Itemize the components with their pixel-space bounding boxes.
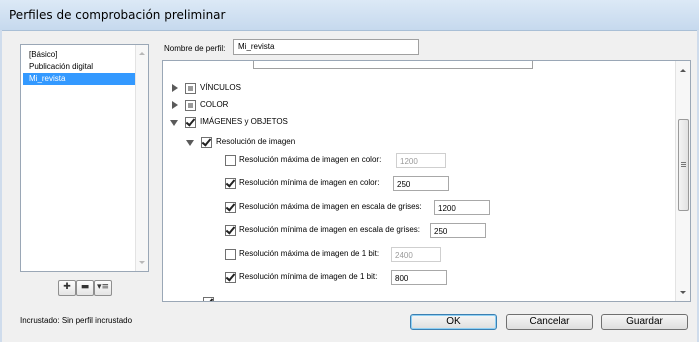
min-gray-input[interactable]: 250 (430, 223, 486, 238)
color-label: COLOR (200, 100, 229, 109)
embedded-label: Incrustado: (20, 316, 60, 325)
profile-name-input[interactable] (233, 39, 419, 55)
profile-list-scrollbar[interactable] (135, 45, 148, 271)
min-1bit-checkbox[interactable] (225, 272, 236, 283)
save-button[interactable]: Guardar (601, 314, 688, 330)
max-1bit-input[interactable]: 2400 (391, 247, 441, 262)
window-titlebar: Perfiles de comprobación preliminar (0, 0, 699, 31)
profile-list[interactable]: [Básico] Publicación digital Mi_revista (20, 44, 149, 272)
max-color-input[interactable]: 1200 (396, 153, 446, 168)
tree-top-divider (253, 61, 533, 69)
scrollbar-thumb[interactable] (678, 119, 689, 211)
tree-row-color: COLOR (169, 98, 369, 112)
max-1bit-label: Resolución máxima de imagen de 1 bit: (239, 249, 380, 258)
scroll-down-arrow-icon[interactable] (680, 291, 686, 294)
imagenes-checkbox[interactable] (185, 117, 196, 128)
grip-icon (681, 162, 686, 163)
tree-scrollbar[interactable] (675, 61, 690, 301)
min-1bit-label: Resolución mínima de imagen de 1 bit: (239, 272, 378, 281)
setting-row-max-color: Resolución máxima de imagen en color: 12… (225, 153, 525, 168)
expand-arrow-icon[interactable] (172, 84, 178, 92)
partial-row-checkbox[interactable] (203, 297, 214, 301)
tree-row-imagenes: IMÁGENES y OBJETOS (169, 115, 389, 129)
min-color-checkbox[interactable] (225, 178, 236, 189)
ok-button[interactable]: OK (410, 314, 497, 330)
vinculos-label: VÍNCULOS (200, 83, 241, 92)
scroll-down-arrow-icon[interactable] (139, 261, 145, 264)
collapse-arrow-icon[interactable] (170, 120, 178, 126)
preflight-settings-tree: VÍNCULOS COLOR IMÁGENES y OBJETOS Resolu… (162, 60, 691, 302)
imagenes-label: IMÁGENES y OBJETOS (200, 117, 288, 126)
profile-name-label: Nombre de perfil: (164, 44, 226, 53)
setting-row-min-gray: Resolución mínima de imagen en escala de… (225, 223, 555, 238)
max-color-label: Resolución máxima de imagen en color: (239, 155, 382, 164)
tree-row-resolucion: Resolución de imagen (185, 135, 405, 149)
max-color-checkbox[interactable] (225, 155, 236, 166)
vinculos-checkbox[interactable] (185, 83, 196, 94)
resolucion-label: Resolución de imagen (216, 137, 296, 146)
setting-row-min-1bit: Resolución mínima de imagen de 1 bit: 80… (225, 270, 525, 285)
cancel-button[interactable]: Cancelar (506, 314, 593, 330)
scroll-up-arrow-icon[interactable] (680, 69, 686, 72)
collapse-arrow-icon[interactable] (186, 140, 194, 146)
max-1bit-checkbox[interactable] (225, 249, 236, 260)
min-gray-checkbox[interactable] (225, 225, 236, 236)
setting-row-max-gray: Resolución máxima de imagen en escala de… (225, 200, 555, 215)
setting-row-min-color: Resolución mínima de imagen en color: 25… (225, 176, 525, 191)
partial-next-row (203, 295, 214, 301)
new-profile-button[interactable]: ✚ (58, 280, 76, 296)
profile-menu-button[interactable]: ▾≡ (94, 280, 112, 296)
frame-edge-left (0, 30, 2, 342)
profile-item-basico[interactable]: [Básico] (23, 49, 140, 61)
tree-row-vinculos: VÍNCULOS (169, 81, 369, 95)
expand-arrow-icon[interactable] (172, 101, 178, 109)
profile-item-publicacion-digital[interactable]: Publicación digital (23, 61, 140, 73)
max-gray-checkbox[interactable] (225, 202, 236, 213)
scroll-up-arrow-icon[interactable] (139, 52, 145, 55)
resolucion-checkbox[interactable] (201, 137, 212, 148)
max-gray-input[interactable]: 1200 (434, 200, 490, 215)
min-color-label: Resolución mínima de imagen en color: (239, 178, 380, 187)
profile-item-mi-revista[interactable]: Mi_revista (23, 73, 140, 85)
max-gray-label: Resolución máxima de imagen en escala de… (239, 202, 422, 211)
min-1bit-input[interactable]: 800 (391, 270, 447, 285)
embedded-status: Incrustado: Sin perfil incrustado (20, 316, 132, 325)
embedded-value: Sin perfil incrustado (61, 316, 133, 325)
color-checkbox[interactable] (185, 100, 196, 111)
setting-row-max-1bit: Resolución máxima de imagen de 1 bit: 24… (225, 247, 525, 262)
min-gray-label: Resolución mínima de imagen en escala de… (239, 225, 420, 234)
min-color-input[interactable]: 250 (393, 176, 449, 191)
delete-profile-button[interactable]: ▬ (76, 280, 94, 296)
window-title: Perfiles de comprobación preliminar (9, 8, 226, 22)
